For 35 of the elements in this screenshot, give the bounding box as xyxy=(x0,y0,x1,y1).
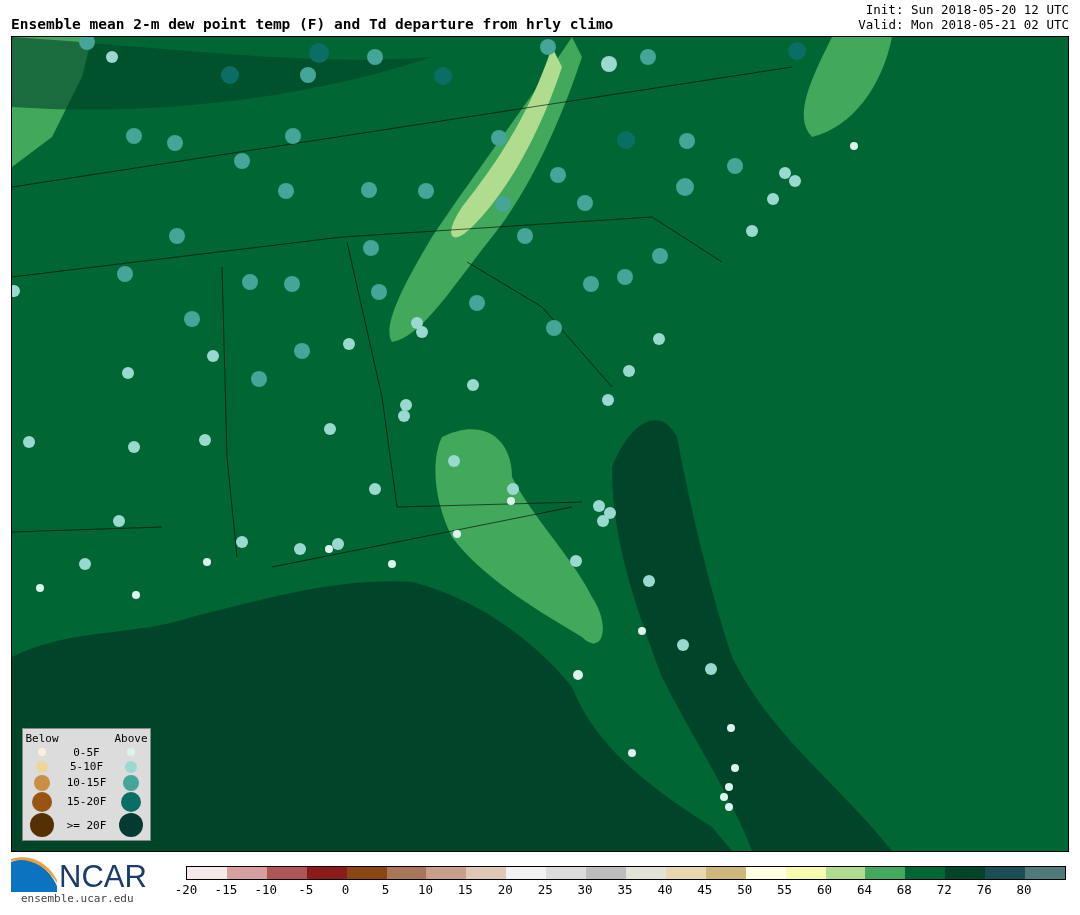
legend-heading: Above xyxy=(114,731,148,745)
site-url: ensemble.ucar.edu xyxy=(21,892,134,905)
tick-label: 80 xyxy=(1016,882,1032,897)
legend-label: 10-15F xyxy=(66,776,107,790)
tick-label: 5 xyxy=(381,882,390,897)
tick-label: 68 xyxy=(896,882,912,897)
valid-time: Valid: Mon 2018-05-21 02 UTC xyxy=(858,17,1069,32)
tick-label: 55 xyxy=(777,882,793,897)
tick-label: 35 xyxy=(617,882,633,897)
tick-label: 50 xyxy=(737,882,753,897)
swoosh-icon xyxy=(11,856,57,892)
tick-label: -10 xyxy=(254,882,278,897)
init-time: Init: Sun 2018-05-20 12 UTC xyxy=(865,2,1069,17)
tick-label: 20 xyxy=(497,882,513,897)
legend-heading: Below xyxy=(25,731,59,745)
tick-label: 64 xyxy=(856,882,872,897)
tick-label: 76 xyxy=(976,882,992,897)
tick-label: 72 xyxy=(936,882,952,897)
tick-label: 15 xyxy=(457,882,473,897)
tick-label: 25 xyxy=(537,882,553,897)
tick-label: -20 xyxy=(174,882,198,897)
chart-title: Ensemble mean 2-m dew point temp (F) and Td departure from hrly climo xyxy=(11,16,614,32)
tick-label: 45 xyxy=(697,882,713,897)
legend-label: 15-20F xyxy=(66,795,107,809)
tick-label: 0 xyxy=(341,882,350,897)
tick-label: -15 xyxy=(214,882,238,897)
legend-label: 0-5F xyxy=(73,746,100,759)
legend-label: 5-10F xyxy=(69,760,104,774)
logo-text: NCAR xyxy=(59,862,147,892)
tick-label: 40 xyxy=(657,882,673,897)
tick-label: 60 xyxy=(817,882,833,897)
tick-label: 10 xyxy=(417,882,433,897)
tick-label: -5 xyxy=(298,882,314,897)
tick-label: 30 xyxy=(577,882,593,897)
legend-label: >= 20F xyxy=(66,818,107,832)
